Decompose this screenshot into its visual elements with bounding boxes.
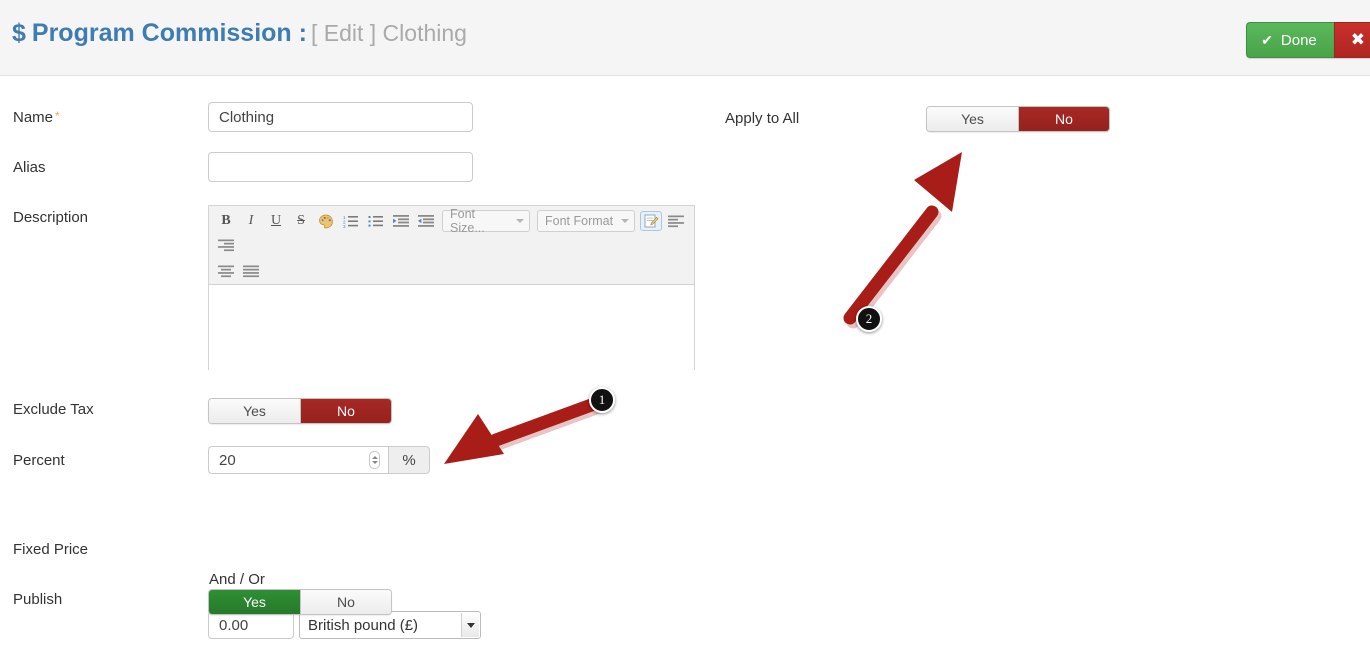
chevron-down-icon	[621, 219, 629, 223]
strikethrough-icon[interactable]: S	[290, 211, 312, 231]
cancel-button[interactable]: ✖	[1333, 22, 1370, 58]
align-left-icon[interactable]	[665, 211, 687, 231]
done-button[interactable]: ✔ Done	[1246, 22, 1334, 58]
annotation-badge-2: 2	[856, 306, 882, 332]
program-commission-edit-page: $ Program Commission :[ Edit ] Clothing ✔…	[0, 0, 1370, 649]
page-title-text: Program Commission :	[31, 19, 307, 47]
indent-icon[interactable]	[390, 211, 412, 231]
align-justify-icon[interactable]	[240, 261, 262, 281]
stepper-up-icon[interactable]	[371, 456, 378, 459]
name-label: Name *	[13, 109, 60, 126]
apply-to-all-toggle[interactable]: Yes No	[926, 106, 1110, 132]
outdent-icon[interactable]	[415, 211, 437, 231]
font-format-select[interactable]: Font Format	[537, 210, 635, 232]
italic-icon[interactable]: I	[240, 211, 262, 231]
apply-to-all-no-option[interactable]: No	[1018, 107, 1109, 131]
currency-select[interactable]: British pound (£)	[299, 611, 481, 639]
percent-stepper[interactable]	[369, 451, 380, 469]
percent-input[interactable]	[208, 446, 388, 474]
percent-unit-button[interactable]: %	[388, 446, 430, 474]
font-size-select-label: Font Size...	[450, 207, 485, 235]
and-or-text: And / Or	[209, 571, 265, 588]
page-title: $ Program Commission :[ Edit ] Clothing	[12, 19, 467, 48]
exclude-tax-label: Exclude Tax	[13, 401, 94, 418]
ordered-list-icon[interactable]: 1 2 3	[340, 211, 362, 231]
font-size-select[interactable]: Font Size...	[442, 207, 530, 235]
bold-icon[interactable]: B	[215, 211, 237, 231]
description-label: Description	[13, 209, 89, 226]
select-arrow-box[interactable]	[461, 613, 479, 637]
page-subtitle: [ Edit ] Clothing	[310, 20, 467, 46]
alias-label: Alias	[13, 159, 46, 176]
name-input[interactable]	[208, 102, 473, 132]
form-area: Name* Alias Description B I U S	[0, 76, 1370, 649]
exclude-tax-yes-option[interactable]: Yes	[209, 399, 300, 423]
publish-no-option[interactable]: No	[300, 590, 391, 614]
chevron-down-icon	[516, 219, 524, 223]
description-editor-body[interactable]	[209, 285, 694, 402]
underline-icon[interactable]: U	[265, 211, 287, 231]
dollar-icon: $	[12, 19, 26, 47]
publish-toggle[interactable]: Yes No	[208, 589, 392, 615]
percent-input-group: %	[208, 446, 430, 474]
percent-label: Percent	[13, 452, 65, 469]
editor-toolbar: B I U S 1 2 3 Font Size... Font Format	[209, 206, 694, 285]
page-header: $ Program Commission :[ Edit ] Clothing ✔…	[0, 0, 1370, 76]
fixed-price-label: Fixed Price	[13, 541, 89, 558]
apply-to-all-label: Apply to All	[725, 110, 800, 127]
exclude-tax-no-option[interactable]: No	[300, 399, 391, 423]
exclude-tax-toggle[interactable]: Yes No	[208, 398, 392, 424]
annotation-badge-1: 1	[589, 387, 615, 413]
align-right-icon[interactable]	[215, 235, 237, 255]
edit-source-icon[interactable]	[640, 211, 662, 231]
fixed-price-input[interactable]	[208, 611, 294, 639]
stepper-down-icon[interactable]	[371, 461, 378, 464]
currency-select-value: British pound (£)	[308, 616, 419, 634]
publish-label: Publish	[13, 591, 63, 608]
description-editor: B I U S 1 2 3 Font Size... Font Format	[208, 205, 695, 402]
name-label-text: Name	[13, 109, 54, 126]
svg-text:3: 3	[343, 224, 346, 228]
unordered-list-icon[interactable]	[365, 211, 387, 231]
header-actions: ✔ Done ✖	[1246, 22, 1370, 58]
font-format-select-label: Font Format	[545, 214, 614, 228]
check-icon: ✔	[1261, 32, 1273, 48]
done-button-label: Done	[1280, 31, 1317, 49]
alias-input[interactable]	[208, 152, 473, 182]
chevron-down-icon	[466, 622, 475, 628]
close-icon: ✖	[1350, 30, 1365, 49]
publish-yes-option[interactable]: Yes	[209, 590, 300, 614]
palette-icon[interactable]	[315, 211, 337, 231]
align-center-icon[interactable]	[215, 261, 237, 281]
apply-to-all-yes-option[interactable]: Yes	[927, 107, 1018, 131]
required-marker: *	[55, 109, 60, 123]
